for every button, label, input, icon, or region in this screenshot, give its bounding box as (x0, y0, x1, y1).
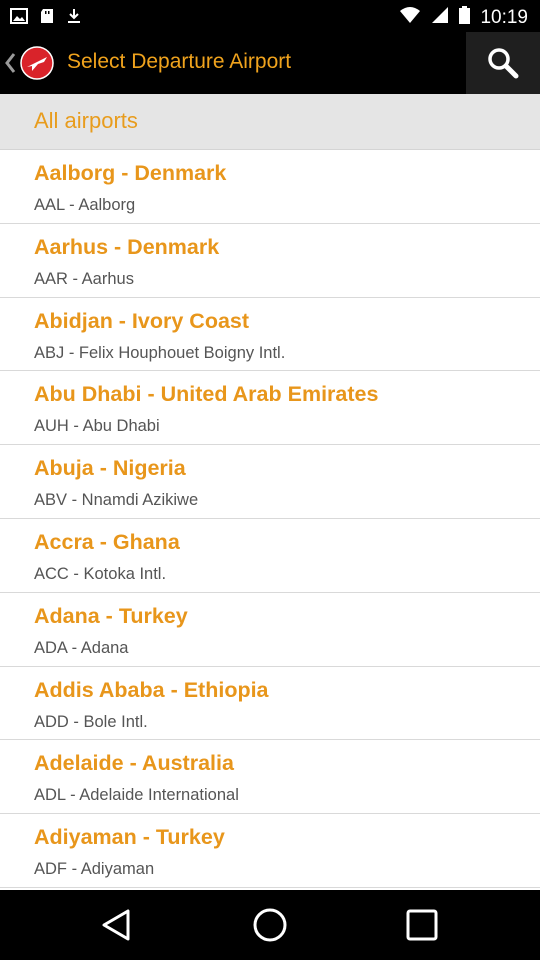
navigation-bar (0, 890, 540, 960)
airport-list[interactable]: Aalborg - Denmark AAL - Aalborg Aarhus -… (0, 150, 540, 888)
list-item[interactable]: Adelaide - Australia ADL - Adelaide Inte… (0, 740, 540, 815)
airport-city-country: Adelaide - Australia (34, 751, 234, 776)
airport-city-country: Aarhus - Denmark (34, 234, 220, 259)
airport-city-country: Accra - Ghana (34, 529, 180, 554)
section-header: All airports (0, 94, 540, 150)
action-bar: Select Departure Airport (0, 32, 540, 94)
list-item[interactable]: Addis Ababa - Ethiopia ADD - Bole Intl. (0, 667, 540, 741)
list-item[interactable]: Abidjan - Ivory Coast ABJ - Felix Houpho… (0, 298, 540, 372)
list-item[interactable]: Abuja - Nigeria ABV - Nnamdi Azikiwe (0, 445, 540, 519)
airport-city-country: Abidjan - Ivory Coast (34, 308, 250, 333)
list-item[interactable]: Aarhus - Denmark AAR - Aarhus (0, 224, 540, 298)
section-title: All airports (34, 108, 138, 133)
list-item[interactable]: Adana - Turkey ADA - Adana (0, 593, 540, 667)
list-item[interactable]: Adiyaman - Turkey ADF - Adiyaman (0, 814, 540, 888)
airport-city-country: Abu Dhabi - United Arab Emirates (34, 382, 379, 407)
airport-code-name: AUH - Abu Dhabi (34, 417, 160, 436)
signal-icon (431, 6, 449, 29)
airport-city-country: Abuja - Nigeria (34, 456, 186, 481)
red-plane-logo-icon[interactable] (20, 46, 54, 80)
airport-city-country: Adiyaman - Turkey (34, 825, 225, 850)
airport-code-name: ADD - Bole Intl. (34, 712, 148, 731)
recents-nav-icon[interactable] (402, 905, 442, 945)
airport-code-name: ADL - Adelaide International (34, 786, 239, 805)
back-chevron-icon[interactable] (4, 52, 16, 74)
airport-code-name: ABJ - Felix Houphouet Boigny Intl. (34, 343, 286, 362)
airport-code-name: AAR - Aarhus (34, 269, 134, 288)
status-time: 10:19 (480, 6, 528, 28)
notification-icons (10, 8, 82, 29)
home-nav-icon[interactable] (250, 905, 290, 945)
list-item[interactable]: Abu Dhabi - United Arab Emirates AUH - A… (0, 371, 540, 446)
page-title: Select Departure Airport (67, 50, 292, 73)
sd-card-icon (40, 8, 54, 29)
status-bar: 10:19 (0, 0, 540, 32)
search-icon (488, 48, 519, 79)
airport-code-name: ADA - Adana (34, 638, 129, 657)
back-nav-icon[interactable] (98, 905, 138, 945)
airport-code-name: AAL - Aalborg (34, 196, 136, 214)
list-item[interactable]: Accra - Ghana ACC - Kotoka Intl. (0, 519, 540, 593)
search-button[interactable] (466, 32, 540, 94)
list-item[interactable]: Aalborg - Denmark AAL - Aalborg (0, 150, 540, 224)
wifi-icon (399, 6, 421, 29)
airport-code-name: ABV - Nnamdi Azikiwe (34, 491, 199, 510)
airport-city-country: Adana - Turkey (34, 603, 188, 628)
battery-icon (459, 6, 471, 29)
airport-city-country: Addis Ababa - Ethiopia (34, 677, 269, 702)
system-status-icons: 10:19 (399, 6, 528, 29)
airport-code-name: ADF - Adiyaman (34, 860, 155, 879)
download-icon (66, 8, 82, 29)
image-notification-icon (10, 8, 28, 29)
airport-city-country: Aalborg - Denmark (34, 161, 227, 185)
airport-code-name: ACC - Kotoka Intl. (34, 564, 167, 583)
